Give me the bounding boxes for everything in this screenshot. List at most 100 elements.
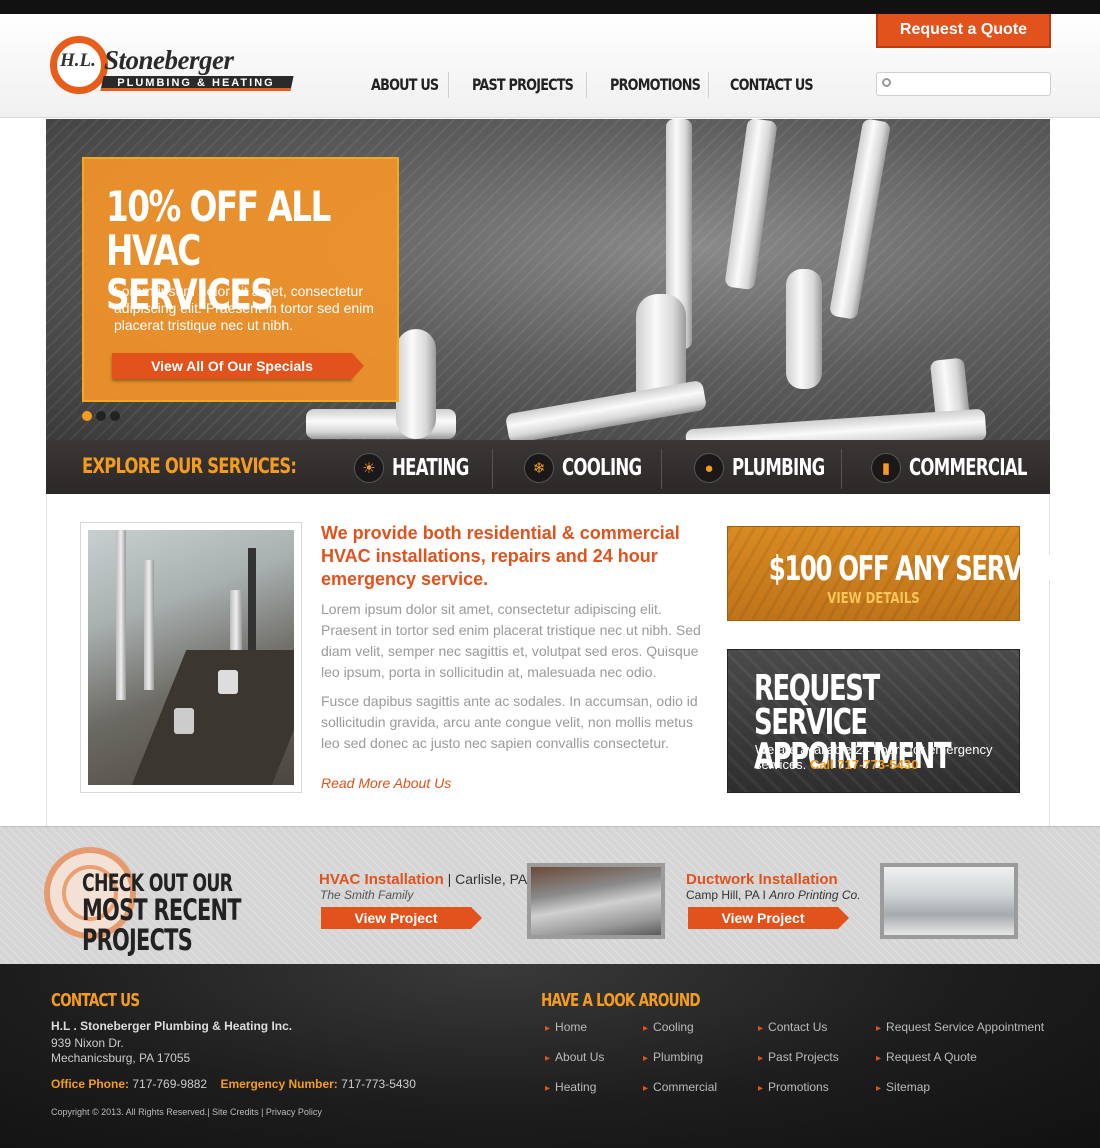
project-client: Anro Printing Co. bbox=[769, 888, 861, 902]
slider-dot[interactable] bbox=[96, 411, 106, 421]
request-quote-button[interactable]: Request a Quote bbox=[876, 14, 1051, 48]
footer-address-2: Mechanicsburg, PA 17055 bbox=[51, 1051, 191, 1065]
sun-icon: ☀ bbox=[354, 453, 384, 483]
hero-text: Lorem ipsum dolor sit amet, consectetur … bbox=[114, 283, 374, 333]
nav-past-projects[interactable]: PAST PROJECTS bbox=[472, 72, 598, 96]
logo-name: Stoneberger bbox=[104, 45, 234, 75]
read-more-link[interactable]: Read More About Us bbox=[321, 775, 451, 791]
footer-link-plumbing[interactable]: Plumbing bbox=[643, 1050, 703, 1064]
service-heating[interactable]: ☀ HEATING bbox=[354, 452, 498, 484]
hero-slider: 10% OFF ALL HVAC SERVICES Lorem ipsum do… bbox=[46, 119, 1050, 440]
hero-pipe bbox=[685, 408, 987, 440]
water-drop-icon: ● bbox=[694, 453, 724, 483]
offer-title: $100 OFF ANY SERVICE bbox=[768, 549, 1063, 589]
search-icon bbox=[882, 78, 891, 87]
footer-contact-heading: CONTACT US bbox=[51, 990, 140, 1011]
main-headline: We provide both residential & commercial… bbox=[321, 523, 680, 589]
photo-pipe bbox=[116, 530, 126, 700]
nav-label: PAST PROJECTS bbox=[472, 74, 574, 94]
building-icon: ▮ bbox=[871, 453, 901, 483]
footer-link-about-us[interactable]: About Us bbox=[545, 1050, 604, 1064]
footer-link-commercial[interactable]: Commercial bbox=[643, 1080, 717, 1094]
hero-pipe bbox=[396, 329, 436, 439]
hero-pipe bbox=[724, 119, 778, 291]
appointment-banner[interactable]: REQUEST SERVICE APPOINTMENT We are avail… bbox=[727, 649, 1020, 793]
project-location: Camp Hill, PA bbox=[686, 888, 760, 902]
projects-heading: CHECK OUT OUR MOST RECENT PROJECTS bbox=[82, 871, 269, 955]
service-cooling[interactable]: ❄ COOLING bbox=[524, 452, 672, 484]
project-thumbnail[interactable] bbox=[880, 863, 1018, 939]
nav-label: CONTACT US bbox=[730, 74, 814, 94]
emergency-phone: 717-773-5430 bbox=[341, 1077, 416, 1091]
nav-contact-us[interactable]: CONTACT US bbox=[730, 72, 834, 96]
service-plumbing[interactable]: ● PLUMBING bbox=[694, 452, 860, 484]
search-input[interactable] bbox=[876, 72, 1051, 96]
slider-dots bbox=[82, 411, 120, 421]
footer-link-cooling[interactable]: Cooling bbox=[643, 1020, 694, 1034]
footer-company: H.L . Stoneberger Plumbing & Heating Inc… bbox=[51, 1019, 293, 1033]
service-label: HEATING bbox=[392, 455, 469, 481]
service-commercial[interactable]: ▮ COMMERCIAL bbox=[871, 452, 1073, 484]
project-client: The Smith Family bbox=[320, 888, 414, 902]
logo-prefix: H.L. bbox=[60, 50, 96, 71]
service-divider bbox=[841, 449, 842, 489]
footer-link-promotions[interactable]: Promotions bbox=[758, 1080, 829, 1094]
footer-link-sitemap[interactable]: Sitemap bbox=[876, 1080, 930, 1094]
recent-projects-band: CHECK OUT OUR MOST RECENT PROJECTS HVAC … bbox=[0, 826, 1100, 964]
snowflake-icon: ❄ bbox=[524, 453, 554, 483]
plumbing-photo bbox=[88, 530, 294, 785]
site-logo[interactable]: H.L. Stoneberger PLUMBING & HEATING bbox=[50, 36, 294, 94]
main-paragraph-1: Lorem ipsum dolor sit amet, consectetur … bbox=[321, 601, 701, 680]
project-thumbnail[interactable] bbox=[527, 863, 665, 939]
slider-dot[interactable] bbox=[82, 411, 92, 421]
nav-label: ABOUT US bbox=[371, 74, 439, 94]
photo-can bbox=[218, 670, 238, 694]
nav-divider bbox=[448, 72, 449, 98]
emergency-phone-label: Emergency Number: bbox=[220, 1077, 338, 1091]
call-phone-link[interactable]: Call 717-773-5430 bbox=[810, 757, 918, 772]
footer-link-past-projects[interactable]: Past Projects bbox=[758, 1050, 839, 1064]
services-label: EXPLORE OUR SERVICES: bbox=[82, 454, 297, 478]
hero-promo-box: 10% OFF ALL HVAC SERVICES Lorem ipsum do… bbox=[82, 157, 399, 402]
footer-links-heading: HAVE A LOOK AROUND bbox=[541, 990, 701, 1011]
office-phone-label: Office Phone: bbox=[51, 1077, 130, 1091]
nav-promotions[interactable]: PROMOTIONS bbox=[610, 72, 723, 96]
footer-link-heating[interactable]: Heating bbox=[545, 1080, 596, 1094]
office-phone: 717-769-9882 bbox=[132, 1077, 208, 1091]
projects-heading-line1: CHECK OUT OUR bbox=[82, 869, 233, 897]
view-details-link[interactable]: VIEW DETAILS bbox=[760, 589, 987, 607]
hero-pipe bbox=[828, 119, 892, 320]
project-title-1: HVAC Installation | Carlisle, PA bbox=[319, 871, 528, 888]
footer-link-contact-us[interactable]: Contact Us bbox=[758, 1020, 827, 1034]
project-name: Ductwork Installation bbox=[686, 871, 838, 888]
main-content: We provide both residential & commercial… bbox=[46, 494, 1063, 826]
nav-label: PROMOTIONS bbox=[610, 74, 701, 94]
service-divider bbox=[661, 449, 662, 489]
top-bar bbox=[0, 0, 1100, 14]
hero-pipe bbox=[504, 379, 708, 440]
footer-link-request-service[interactable]: Request Service Appointment bbox=[876, 1020, 1044, 1034]
nav-about-us[interactable]: ABOUT US bbox=[371, 72, 455, 96]
footer-phones: Office Phone: 717-769-9882 Emergency Num… bbox=[51, 1077, 416, 1091]
footer-link-request-quote[interactable]: Request A Quote bbox=[876, 1050, 977, 1064]
nav-divider bbox=[586, 72, 587, 98]
footer-copyright[interactable]: Copyright © 2013. All Rights Reserved.| … bbox=[51, 1107, 322, 1117]
view-project-button[interactable]: View Project bbox=[688, 907, 849, 929]
slider-dot[interactable] bbox=[110, 411, 120, 421]
service-label: COOLING bbox=[562, 455, 642, 481]
photo-trench bbox=[129, 650, 294, 785]
offer-banner[interactable]: $100 OFF ANY SERVICE VIEW DETAILS bbox=[727, 526, 1063, 621]
services-bar: EXPLORE OUR SERVICES: ☀ HEATING ❄ COOLIN… bbox=[46, 440, 1050, 494]
footer-link-home[interactable]: Home bbox=[545, 1020, 587, 1034]
footer-address-1: 939 Nixon Dr. bbox=[51, 1036, 124, 1050]
logo-tagline: PLUMBING & HEATING bbox=[117, 77, 275, 89]
service-label: PLUMBING bbox=[732, 455, 825, 481]
photo-pipe bbox=[144, 560, 154, 690]
nav-divider bbox=[708, 72, 709, 98]
project-meta: Camp Hill, PA I Anro Printing Co. bbox=[686, 888, 861, 902]
project-location: Carlisle, PA bbox=[455, 871, 528, 887]
projects-heading-line2: MOST RECENT PROJECTS bbox=[82, 893, 242, 957]
appointment-text: We are available 24 hours for emergency … bbox=[755, 742, 1010, 772]
view-project-button[interactable]: View Project bbox=[321, 907, 482, 929]
view-specials-button[interactable]: View All Of Our Specials bbox=[112, 353, 364, 379]
